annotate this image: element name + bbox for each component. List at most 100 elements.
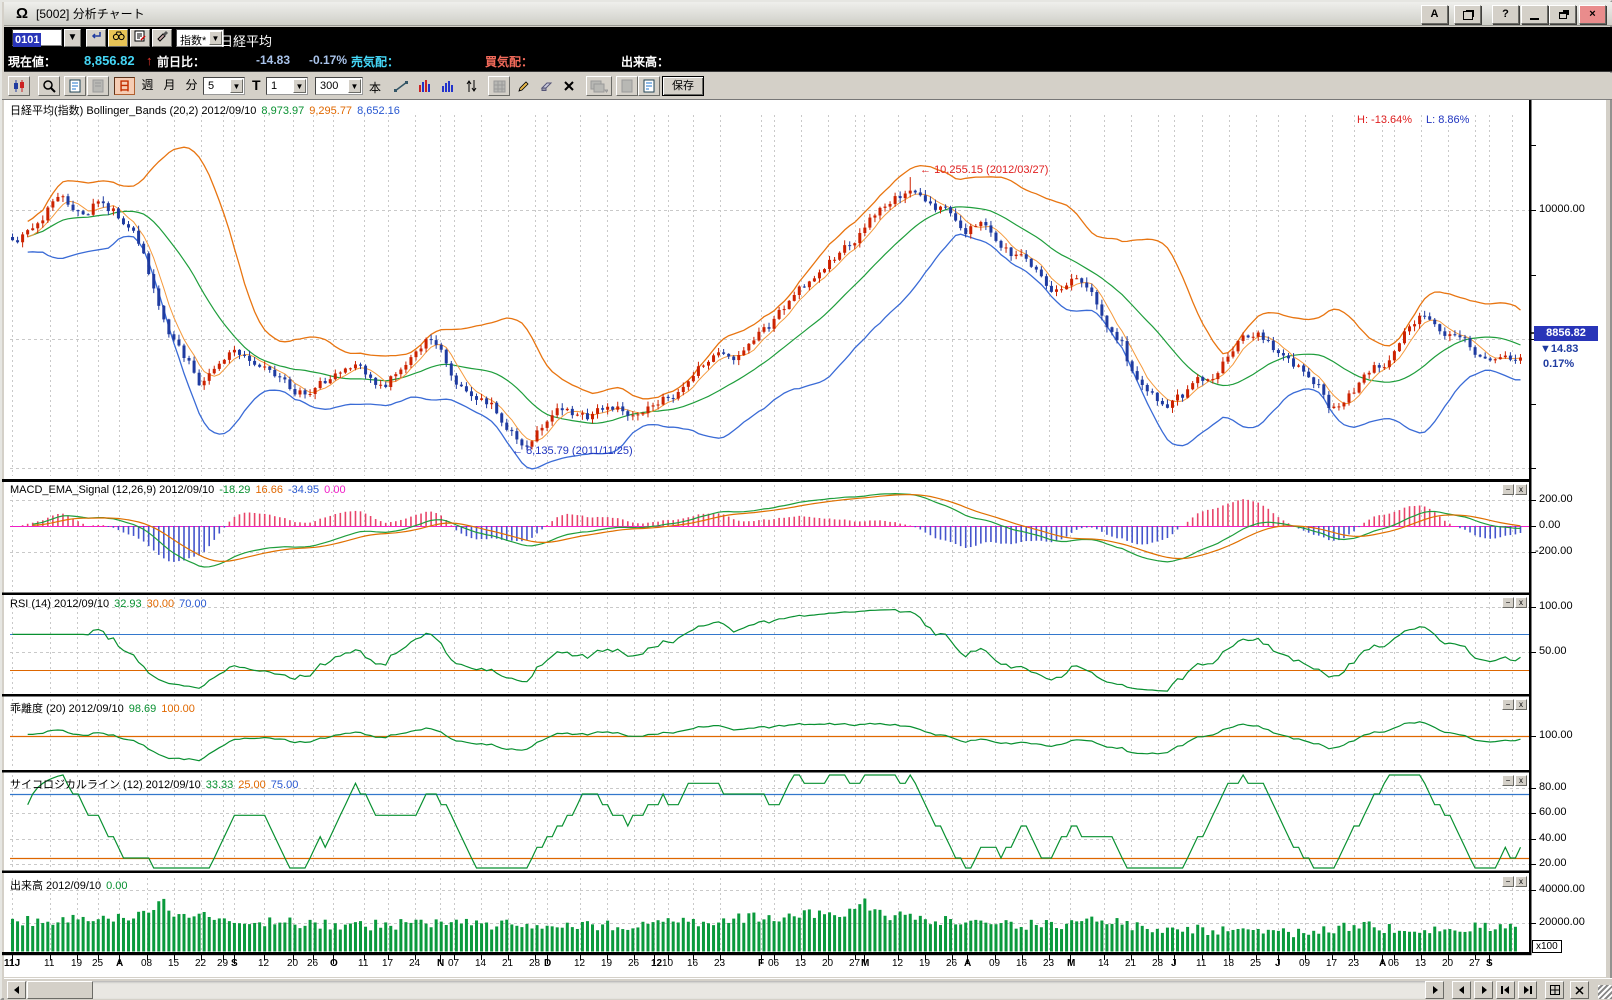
new-page-button[interactable] <box>64 76 86 96</box>
end-icon <box>1522 986 1533 994</box>
fit-view-button[interactable] <box>1545 981 1564 999</box>
minimize-button[interactable] <box>1521 5 1548 24</box>
enter-button[interactable] <box>86 29 106 47</box>
ask-label: 売気配： <box>351 53 399 70</box>
panel-minimize-button[interactable]: − <box>1502 597 1514 608</box>
x-axis-label: 29 <box>217 958 228 969</box>
scrollbar-thumb[interactable] <box>27 981 93 999</box>
psych-legend: サイコロジカルライン (12) 2012/09/1033.3325.0075.0… <box>10 776 303 792</box>
psych-panel-controls: − x <box>1502 775 1527 786</box>
symbol-code-input[interactable]: 0101 <box>12 29 62 46</box>
volume-axis-label: 40000.00 <box>1539 883 1585 895</box>
annotation-high: ← 10,255.15 (2012/03/27) <box>920 164 1048 176</box>
brush-icon <box>156 30 168 42</box>
candle-chart-button[interactable] <box>8 76 30 96</box>
volume-overlay-button[interactable] <box>414 76 436 96</box>
scroll-left-button[interactable] <box>7 981 26 999</box>
close-button[interactable]: × <box>1579 5 1606 24</box>
copy-icon <box>1463 11 1473 20</box>
macd-legend: MACD_EMA_Signal (12,26,9) 2012/09/10-18.… <box>10 484 351 496</box>
x-axis-label: 28 <box>529 958 540 969</box>
page-forward-button[interactable] <box>1474 981 1493 999</box>
close-pane-button[interactable] <box>1570 981 1589 999</box>
tab-period-month[interactable]: 月 <box>159 77 180 95</box>
panel-minimize-button[interactable]: − <box>1502 484 1514 495</box>
category-select[interactable]: 指数* ▼ <box>176 29 224 47</box>
x-axis-label: 22 <box>195 958 206 969</box>
up-down-arrows-icon <box>465 79 478 93</box>
x-axis-label: 12 <box>892 958 903 969</box>
pencil-icon <box>517 80 530 93</box>
change-value: -14.83 <box>256 53 290 67</box>
save-button[interactable]: 保存 <box>662 76 704 96</box>
volume-legend: 出来高 2012/09/100.00 <box>10 877 133 893</box>
search-button[interactable] <box>108 29 128 47</box>
delete-tool-button[interactable] <box>558 76 580 96</box>
scrollbar-track[interactable] <box>7 981 1444 999</box>
red-blue-bars-icon <box>418 79 432 93</box>
draw-tool-button[interactable] <box>512 76 534 96</box>
x-axis-label: M <box>1067 958 1075 969</box>
go-start-button[interactable] <box>1496 981 1515 999</box>
tab-period-week[interactable]: 週 <box>137 77 158 95</box>
x-axis-label: 10 <box>662 958 673 969</box>
bar-count-select[interactable]: 300 ▼ <box>315 77 363 95</box>
panel-close-button[interactable]: x <box>1515 876 1527 887</box>
psych-axis-label: 60.00 <box>1539 806 1567 818</box>
x-axis-label: 28 <box>1152 958 1163 969</box>
scroll-right-button[interactable] <box>1425 981 1444 999</box>
font-button[interactable]: A <box>1421 5 1448 24</box>
tab-period-minute[interactable]: 分 <box>181 77 202 95</box>
page-copy-button[interactable] <box>87 76 109 96</box>
save-page-button[interactable] <box>616 76 638 96</box>
print-page-button[interactable] <box>638 76 660 96</box>
zoom-button[interactable] <box>38 76 60 96</box>
x-axis-label: 09 <box>989 958 1000 969</box>
minute-select[interactable]: 5 ▼ <box>203 77 245 95</box>
memo-button[interactable] <box>130 29 150 47</box>
eraser-tool-button[interactable] <box>536 76 558 96</box>
x-axis-label: 26 <box>307 958 318 969</box>
bar-chart-button[interactable] <box>437 76 459 96</box>
prev-page-icon <box>1457 986 1467 994</box>
panel-close-button[interactable]: x <box>1515 597 1527 608</box>
rsi-panel-controls: − x <box>1502 597 1527 608</box>
window-layout-button[interactable] <box>586 76 612 96</box>
x-axis-label: J <box>1171 958 1177 969</box>
clear-button[interactable] <box>152 29 172 47</box>
panel-minimize-button[interactable]: − <box>1502 699 1514 710</box>
restore-button[interactable] <box>1549 5 1576 24</box>
x-axis-label: 25 <box>92 958 103 969</box>
x-axis-label: 23 <box>714 958 725 969</box>
symbol-dropdown-button[interactable]: ▼ <box>64 29 81 47</box>
copy-window-icon[interactable] <box>1454 5 1481 24</box>
t-select[interactable]: 1 ▼ <box>266 77 308 95</box>
app-logo-icon: Ω <box>16 5 28 22</box>
restore-icon <box>1559 12 1567 19</box>
tab-period-day[interactable]: 日 <box>114 77 135 95</box>
high-pct: H: -13.64% <box>1357 114 1412 126</box>
go-end-button[interactable] <box>1518 981 1537 999</box>
enter-icon <box>90 30 102 42</box>
trendline-icon <box>394 80 409 93</box>
chart-area[interactable] <box>4 100 1606 977</box>
help-button[interactable]: ? <box>1492 5 1519 24</box>
windows-icon <box>590 80 608 93</box>
magnifier-icon <box>42 79 56 93</box>
panel-close-button[interactable]: x <box>1515 699 1527 710</box>
trendline-tool-button[interactable] <box>390 76 412 96</box>
sort-arrows-button[interactable] <box>460 76 482 96</box>
panel-close-button[interactable]: x <box>1515 484 1527 495</box>
panel-minimize-button[interactable]: − <box>1502 876 1514 887</box>
grid-tool-button[interactable] <box>488 76 510 96</box>
x-icon <box>563 80 575 92</box>
page-back-button[interactable] <box>1452 981 1471 999</box>
resize-grip[interactable] <box>1598 985 1612 999</box>
panel-minimize-button[interactable]: − <box>1502 775 1514 786</box>
x-axis-label: A <box>964 958 971 969</box>
chevron-down-icon: ▼ <box>348 79 361 93</box>
price-tag: 8856.82 <box>1534 326 1598 341</box>
x-axis-label: 21 <box>1125 958 1136 969</box>
chevron-down-icon: ▼ <box>293 79 306 93</box>
panel-close-button[interactable]: x <box>1515 775 1527 786</box>
